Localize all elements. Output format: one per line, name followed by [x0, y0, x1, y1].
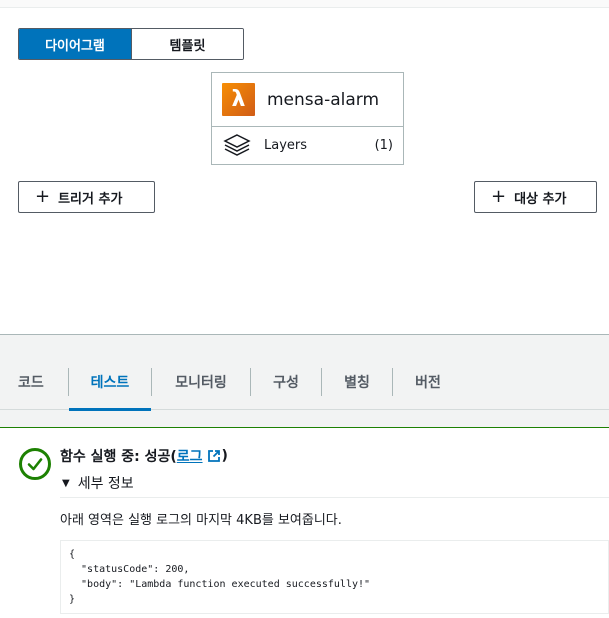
diagram-toggle-button[interactable]: 다이어그램 — [19, 29, 131, 59]
success-check-icon — [19, 448, 51, 480]
execution-status: 함수 실행 중: 성공( 로그 ) — [60, 446, 228, 466]
plus-icon: + — [491, 186, 507, 207]
function-card[interactable]: λ mensa-alarm Layers (1) — [211, 72, 404, 165]
add-destination-label: 대상 추가 — [514, 191, 567, 207]
layers-row[interactable]: Layers (1) — [212, 127, 403, 164]
tab-monitoring-label: 모니터링 — [175, 374, 227, 391]
add-trigger-label: 트리거 추가 — [58, 191, 123, 207]
tab-monitoring[interactable]: 모니터링 — [152, 354, 250, 410]
tab-versions[interactable]: 버전 — [393, 354, 463, 410]
template-toggle-button[interactable]: 템플릿 — [131, 29, 243, 59]
lambda-icon: λ — [222, 83, 255, 116]
layers-label: Layers — [264, 138, 308, 153]
plus-icon: + — [35, 186, 51, 207]
tab-configuration[interactable]: 구성 — [251, 354, 321, 410]
tab-aliases-label: 별칭 — [344, 374, 370, 391]
details-toggle[interactable]: ▼ 세부 정보 — [62, 473, 134, 493]
caret-down-icon: ▼ — [62, 477, 70, 489]
execution-output: { "statusCode": 200, "body": "Lambda fun… — [60, 540, 609, 614]
function-header[interactable]: λ mensa-alarm — [212, 73, 403, 127]
external-link-icon[interactable] — [207, 449, 221, 463]
tab-configuration-label: 구성 — [273, 374, 299, 391]
tab-aliases[interactable]: 별칭 — [322, 354, 392, 410]
tab-test-label: 테스트 — [90, 374, 130, 391]
designer-panel: 다이어그램 템플릿 λ mensa-alarm Layers (1) + 트리거… — [0, 0, 609, 334]
log-link[interactable]: 로그 — [177, 446, 203, 466]
layers-count: (1) — [374, 138, 393, 153]
status-suffix: ) — [221, 448, 228, 464]
log-description: 아래 영역은 실행 로그의 마지막 4KB를 보여줍니다. — [60, 513, 342, 528]
add-destination-button[interactable]: + 대상 추가 — [474, 181, 597, 213]
tab-code[interactable]: 코드 — [18, 354, 50, 410]
add-trigger-button[interactable]: + 트리거 추가 — [18, 181, 155, 213]
layers-icon — [223, 133, 251, 156]
details-label: 세부 정보 — [77, 476, 134, 492]
tab-code-label: 코드 — [18, 374, 44, 391]
top-strip — [0, 0, 609, 8]
tab-versions-label: 버전 — [415, 374, 441, 391]
function-name: mensa-alarm — [267, 89, 380, 110]
function-tabs: 코드 테스트 모니터링 구성 별칭 버전 — [0, 354, 609, 411]
tab-test[interactable]: 테스트 — [69, 354, 151, 411]
view-toggle: 다이어그램 템플릿 — [18, 28, 244, 60]
details-divider — [60, 497, 609, 498]
status-prefix: 함수 실행 중: 성공( — [60, 449, 177, 465]
